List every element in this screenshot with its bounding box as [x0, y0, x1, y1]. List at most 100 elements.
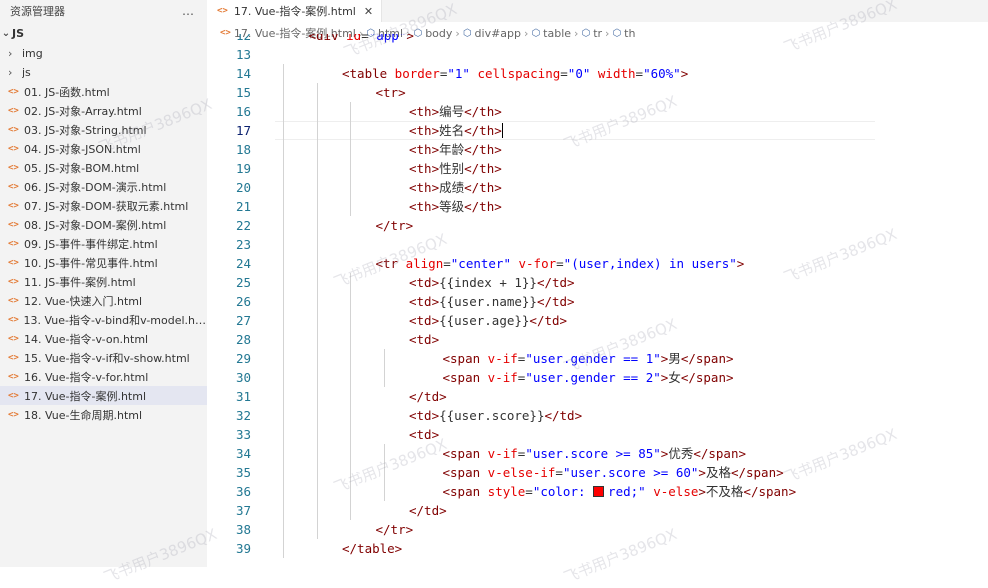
close-icon[interactable]: ✕	[364, 5, 373, 18]
folder-js-root[interactable]: ⌄ JS	[0, 22, 207, 44]
code-token: <td>	[409, 427, 440, 442]
html-file-icon: <>	[8, 276, 19, 287]
file-item[interactable]: <> 01. JS-函数.html	[0, 82, 207, 101]
file-item[interactable]: <> 03. JS-对象-String.html	[0, 120, 207, 139]
file-item[interactable]: <> 09. JS-事件-事件绑定.html	[0, 234, 207, 253]
file-label: 12. Vue-快速入门.html	[24, 294, 143, 308]
code-line: 13	[207, 45, 988, 64]
line-number: 19	[235, 161, 251, 176]
html-file-icon: <>	[8, 105, 19, 116]
code-text: </table>	[342, 539, 402, 558]
indent-guide	[283, 64, 284, 558]
code-token: </th>	[464, 180, 502, 195]
code-text: <span v-if="user.gender == 2">女</span>	[443, 368, 734, 387]
folder-js[interactable]: › js	[0, 63, 207, 82]
code-token: 年龄	[439, 142, 465, 157]
file-item[interactable]: <> 06. JS-对象-DOM-演示.html	[0, 177, 207, 196]
code-token: "1"	[447, 66, 470, 81]
file-label: 06. JS-对象-DOM-演示.html	[24, 180, 167, 194]
file-label: 05. JS-对象-BOM.html	[24, 161, 140, 175]
html-file-icon: <>	[8, 181, 19, 192]
code-line: 18 <th>年龄</th>	[207, 140, 988, 159]
html-file-icon: <>	[8, 124, 19, 135]
code-line: 34 <span v-if="user.score >= 85">优秀</span…	[207, 444, 988, 463]
file-item[interactable]: <> 17. Vue-指令-案例.html	[0, 386, 207, 405]
html-file-icon: <>	[8, 143, 19, 154]
code-token: </span>	[680, 370, 734, 385]
file-label: 08. JS-对象-DOM-案例.html	[24, 218, 167, 232]
code-token: </th>	[464, 161, 502, 176]
code-token: v-else-if	[480, 465, 556, 480]
tab-label: 17. Vue-指令-案例.html	[233, 5, 356, 18]
file-item[interactable]: <> 16. Vue-指令-v-for.html	[0, 367, 207, 386]
code-text: </td>	[409, 501, 447, 520]
code-view[interactable]: 12 <div id="app"> 13 14 <table border="1" ce…	[207, 34, 988, 567]
file-item[interactable]: <> 14. Vue-指令-v-on.html	[0, 329, 207, 348]
code-line: 22 </tr>	[207, 216, 988, 235]
code-token: <span	[442, 370, 481, 385]
line-number: 31	[235, 389, 251, 404]
file-tree: › img › js <> 01. JS-函数.html <> 02. JS-对象-Array…	[0, 44, 207, 424]
code-token: >	[406, 34, 414, 43]
file-item[interactable]: <> 13. Vue-指令-v-bind和v-model.html	[0, 310, 207, 329]
code-text: <span style="color: red;" v-else>不及格</sp…	[443, 482, 797, 501]
html-file-icon: <>	[8, 200, 19, 211]
code-token: 女	[668, 370, 681, 385]
code-text: <tr>	[376, 83, 406, 102]
code-line: 17 <th>姓名</th>	[207, 121, 988, 140]
code-text: </tr>	[376, 520, 414, 539]
line-number: 24	[235, 256, 251, 271]
file-item[interactable]: <> 18. Vue-生命周期.html	[0, 405, 207, 424]
line-number: 16	[235, 104, 251, 119]
code-token: <th>	[409, 199, 440, 214]
chevron-right-icon: ›	[8, 47, 13, 60]
code-token: v-for	[510, 256, 557, 271]
code-text: <th>成绩</th>	[409, 178, 502, 197]
file-item[interactable]: <> 05. JS-对象-BOM.html	[0, 158, 207, 177]
code-token: red;"	[608, 484, 646, 499]
code-token: >	[680, 66, 689, 81]
code-token: style	[480, 484, 526, 499]
code-text: </td>	[409, 387, 447, 406]
tab-active-file[interactable]: <> 17. Vue-指令-案例.html ✕	[207, 0, 383, 22]
code-token: "app"	[368, 34, 407, 43]
code-token: >	[698, 484, 706, 499]
code-token: >	[736, 256, 745, 271]
html-file-icon: <>	[8, 295, 19, 306]
file-item[interactable]: <> 12. Vue-快速入门.html	[0, 291, 207, 310]
code-text: <th>性别</th>	[409, 159, 502, 178]
code-token: <th>	[409, 123, 440, 138]
file-item[interactable]: <> 04. JS-对象-JSON.html	[0, 139, 207, 158]
file-item[interactable]: <> 08. JS-对象-DOM-案例.html	[0, 215, 207, 234]
more-actions-icon[interactable]: …	[182, 4, 195, 18]
folder-img[interactable]: › img	[0, 44, 207, 63]
line-number: 32	[235, 408, 251, 423]
file-label: 10. JS-事件-常见事件.html	[24, 256, 158, 270]
code-token: </td>	[536, 275, 575, 290]
file-item[interactable]: <> 02. JS-对象-Array.html	[0, 101, 207, 120]
code-token: <span	[442, 446, 481, 461]
line-number: 23	[235, 237, 251, 252]
code-token: "user.gender == 1"	[525, 351, 661, 366]
file-item[interactable]: <> 11. JS-事件-案例.html	[0, 272, 207, 291]
file-item[interactable]: <> 15. Vue-指令-v-if和v-show.html	[0, 348, 207, 367]
code-text: <th>年龄</th>	[409, 140, 502, 159]
explorer-sidebar: 资源管理器 … ⌄ JS › img › js <> 01. JS-函数.html <> 02…	[0, 0, 207, 567]
code-line: 16 <th>编号</th>	[207, 102, 988, 121]
code-token: 优秀	[668, 446, 694, 461]
code-token: 性别	[439, 161, 465, 176]
code-token: </tr>	[375, 218, 414, 233]
file-item[interactable]: <> 07. JS-对象-DOM-获取元素.html	[0, 196, 207, 215]
code-token: "0"	[567, 66, 591, 81]
code-token: "color:	[532, 484, 594, 499]
code-token: width	[590, 66, 636, 81]
file-item[interactable]: <> 10. JS-事件-常见事件.html	[0, 253, 207, 272]
code-line: 26 <td>{{user.name}}</td>	[207, 292, 988, 311]
color-swatch-icon[interactable]	[593, 486, 605, 497]
code-line: 37 </td>	[207, 501, 988, 520]
html-file-icon: <>	[8, 314, 19, 325]
line-number: 26	[235, 294, 251, 309]
html-file-icon: <>	[8, 162, 19, 173]
line-number: 33	[235, 427, 251, 442]
code-token: </span>	[680, 351, 734, 366]
